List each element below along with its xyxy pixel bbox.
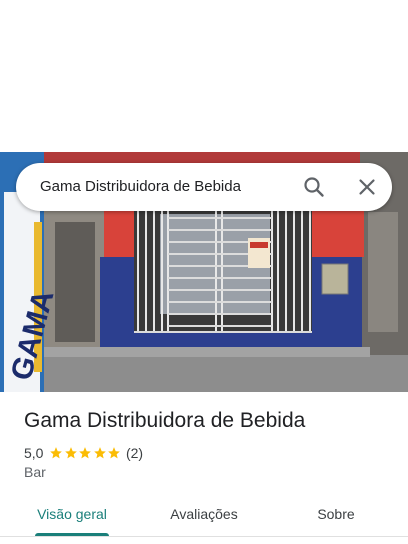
close-icon[interactable]: [355, 175, 379, 199]
search-input[interactable]: Gama Distribuidora de Bebida: [40, 163, 241, 211]
star-icon: [94, 447, 106, 459]
rating-row[interactable]: 5,0 (2): [24, 444, 143, 462]
star-icon: [108, 447, 121, 459]
tab-reviews[interactable]: Avaliações: [154, 496, 254, 532]
place-category[interactable]: Bar: [24, 464, 46, 480]
place-title: Gama Distribuidora de Bebida: [24, 409, 306, 432]
star-icon: [79, 447, 92, 459]
review-count[interactable]: (2): [126, 445, 143, 461]
search-icon[interactable]: [302, 175, 326, 199]
star-icon: [50, 447, 63, 459]
tabs-divider: [0, 536, 408, 537]
rating-value: 5,0: [24, 445, 44, 461]
tab-overview[interactable]: Visão geral: [22, 496, 122, 532]
place-tabs: Visão geral Avaliações Sobre: [0, 496, 408, 537]
star-icon: [65, 447, 77, 459]
tab-about[interactable]: Sobre: [286, 496, 386, 532]
search-bar[interactable]: Gama Distribuidora de Bebida: [16, 163, 392, 211]
rating-stars: [49, 446, 122, 460]
